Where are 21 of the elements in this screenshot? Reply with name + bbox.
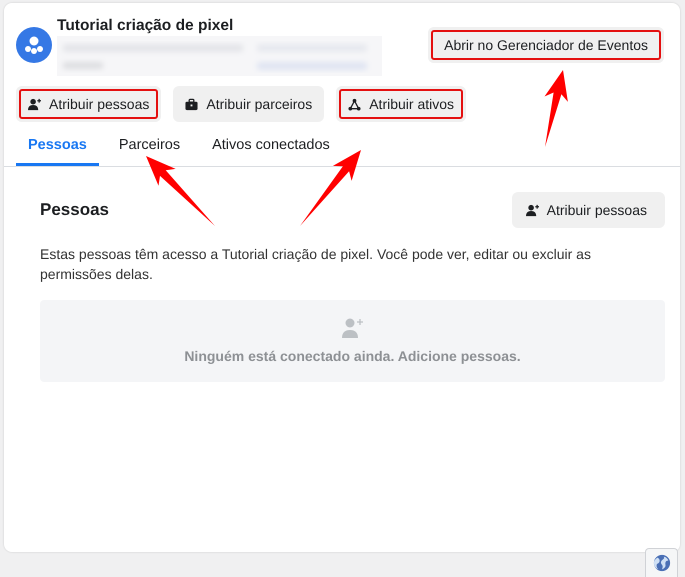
add-person-icon (342, 318, 364, 338)
open-events-manager-button[interactable]: Abrir no Gerenciador de Eventos (428, 27, 664, 63)
connected-nodes-icon (348, 98, 362, 110)
empty-message: Ninguém está conectado ainda. Adicione pessoas. (184, 348, 521, 364)
globe-icon (652, 554, 670, 572)
tab[interactable]: Ativos conectados (200, 134, 342, 166)
assign-button[interactable]: Atribuir ativos (336, 86, 466, 122)
assign-button[interactable]: Atribuir parceiros (173, 86, 324, 122)
pixel-title: Tutorial criação de pixel (57, 16, 234, 36)
people-group-icon (16, 27, 52, 63)
assign-people-button[interactable]: Atribuir pessoas (512, 192, 665, 228)
briefcase-icon (185, 98, 198, 110)
language-button[interactable] (645, 548, 678, 577)
add-person-icon (526, 204, 539, 216)
tab[interactable]: Pessoas (16, 134, 99, 166)
add-person-icon (28, 98, 41, 110)
arrow (146, 156, 215, 226)
tab[interactable]: Parceiros (106, 134, 192, 166)
assign-button[interactable]: Atribuir pessoas (16, 86, 162, 122)
section-title: Pessoas (40, 200, 109, 220)
description-text: Estas pessoas têm acesso a Tutorial criação de pixel. Você pode ver, editar ou excluir as permissões delas. (40, 245, 592, 284)
